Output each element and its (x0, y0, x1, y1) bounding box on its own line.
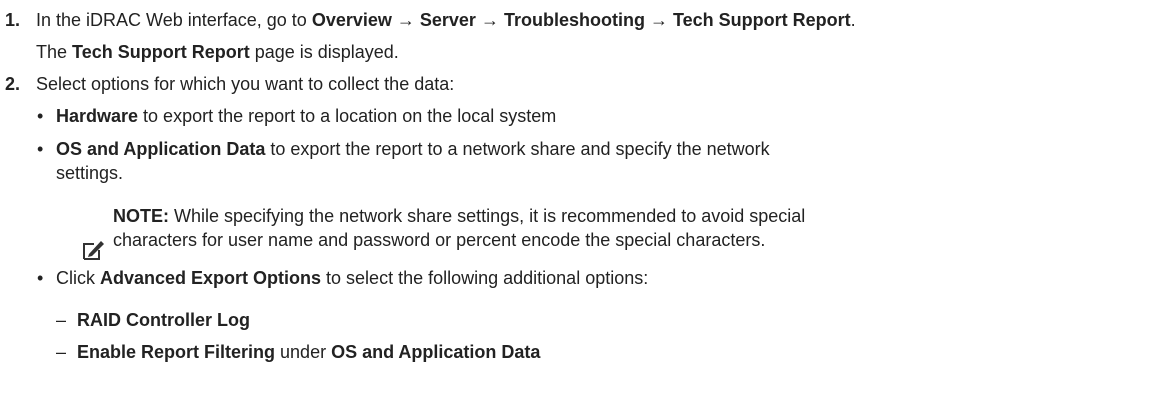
bullet-dot-icon: • (37, 268, 44, 288)
step-2-text: Select options for which you want to col… (36, 74, 455, 94)
advanced-export-desc: to select the following additional optio… (321, 268, 649, 288)
note-label: NOTE: (113, 206, 169, 226)
step-1-result-tail: page is displayed. (249, 42, 399, 62)
arrow-3: → (644, 10, 673, 30)
step-1-text-lead: In the iDRAC Web interface, go to (36, 10, 312, 30)
step-1-text: In the iDRAC Web interface, go to Overvi… (36, 9, 856, 31)
dash-bullet-icon: – (56, 310, 67, 330)
note-line-1: NOTE: While specifying the network share… (113, 205, 805, 227)
dash-bullet-icon: – (56, 342, 67, 362)
bullet-dot-icon: • (37, 139, 44, 159)
raid-controller-log: RAID Controller Log (77, 310, 250, 330)
step-2-number: 2. (5, 74, 21, 94)
bullet-hardware: Hardware to export the report to a locat… (56, 105, 556, 127)
arrow-1: → (391, 10, 420, 30)
bullet-os-app-data: OS and Application Data to export the re… (56, 138, 770, 160)
option-hardware: Hardware (56, 106, 139, 126)
step-1-result-lead: The (36, 42, 73, 62)
option-os-app-data: OS and Application Data (56, 139, 266, 159)
bullet-advanced-export: Click Advanced Export Options to select … (56, 267, 648, 289)
advanced-export-options: Advanced Export Options (100, 268, 322, 288)
note-line-2: characters for user name and password or… (113, 230, 766, 250)
os-app-data-ref: OS and Application Data (331, 342, 541, 362)
tech-support-report-label: Tech Support Report (72, 42, 250, 62)
nav-overview: Overview (311, 10, 392, 30)
option-hardware-desc: to export the report to a location on th… (138, 106, 557, 126)
step-1-number: 1. (5, 10, 21, 30)
note-text: While specifying the network share setti… (169, 206, 806, 226)
sub-option-raid-log: RAID Controller Log (77, 309, 250, 331)
note-pencil-icon (82, 239, 104, 261)
option-os-app-data-desc-cont: settings. (56, 163, 124, 183)
bullet-dot-icon: • (37, 106, 44, 126)
nav-troubleshooting: Troubleshooting (503, 10, 645, 30)
sub-option-report-filtering: Enable Report Filtering under OS and App… (77, 341, 540, 363)
step-1-result: The Tech Support Report page is displaye… (36, 41, 399, 63)
nav-tech-support-report: Tech Support Report (672, 10, 851, 30)
advanced-export-prefix: Click (56, 268, 100, 288)
option-os-app-data-desc: to export the report to a network share … (265, 139, 770, 159)
arrow-2: → (475, 10, 504, 30)
enable-report-filtering: Enable Report Filtering (77, 342, 276, 362)
under-text: under (275, 342, 332, 362)
step-1-period: . (850, 10, 856, 30)
nav-server: Server (419, 10, 476, 30)
